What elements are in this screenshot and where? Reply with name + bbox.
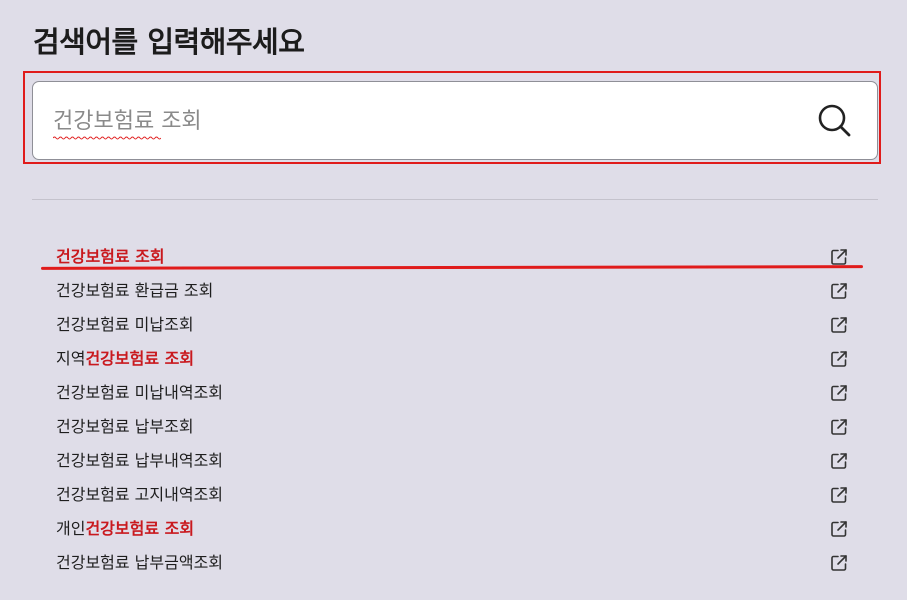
suggestion-item[interactable]: 지역건강보험료 조회	[56, 342, 848, 376]
suggestion-highlight: 건강보험료 조회	[85, 519, 195, 538]
suggestion-prefix: 건강보험료 미납내역조회	[56, 383, 224, 402]
divider	[32, 199, 878, 200]
external-link-icon[interactable]	[830, 316, 848, 334]
suggestion-prefix: 건강보험료 환급금 조회	[56, 281, 214, 300]
suggestion-highlight: 건강보험료 조회	[56, 247, 165, 266]
suggestion-prefix: 건강보험료 미납조회	[56, 315, 194, 334]
suggestion-prefix: 건강보험료 납부금액조회	[56, 553, 224, 572]
suggestion-item[interactable]: 건강보험료 고지내역조회	[56, 478, 848, 512]
suggestion-item[interactable]: 건강보험료 납부내역조회	[56, 444, 848, 478]
external-link-icon[interactable]	[830, 486, 848, 504]
search-input[interactable]	[53, 100, 773, 142]
suggestion-prefix: 건강보험료 고지내역조회	[56, 485, 224, 504]
suggestion-item[interactable]: 건강보험료 납부조회	[56, 410, 848, 444]
external-link-icon[interactable]	[830, 282, 848, 300]
external-link-icon[interactable]	[830, 418, 848, 436]
search-box[interactable]	[32, 81, 878, 160]
external-link-icon[interactable]	[830, 248, 848, 266]
search-button[interactable]	[815, 101, 855, 141]
suggestion-item[interactable]: 건강보험료 미납내역조회	[56, 376, 848, 410]
suggestion-prefix: 건강보험료 납부조회	[56, 417, 194, 436]
suggestion-prefix: 지역	[56, 349, 86, 368]
suggestion-item[interactable]: 건강보험료 미납조회	[56, 308, 848, 342]
suggestion-item[interactable]: 건강보험료 환급금 조회	[56, 274, 848, 308]
external-link-icon[interactable]	[830, 350, 848, 368]
suggestion-item[interactable]: 건강보험료 납부금액조회	[56, 546, 848, 580]
suggestion-prefix: 건강보험료 납부내역조회	[56, 451, 224, 470]
spellcheck-underline	[53, 136, 161, 140]
external-link-icon[interactable]	[830, 520, 848, 538]
suggestion-highlight: 건강보험료 조회	[85, 349, 195, 368]
search-icon	[818, 104, 851, 137]
external-link-icon[interactable]	[830, 384, 848, 402]
page-title: 검색어를 입력해주세요	[33, 25, 305, 59]
suggestion-item[interactable]: 개인건강보험료 조회	[56, 512, 848, 546]
external-link-icon[interactable]	[830, 554, 848, 572]
external-link-icon[interactable]	[830, 452, 848, 470]
suggestion-prefix: 개인	[56, 519, 86, 538]
suggestion-list: 건강보험료 조회 건강보험료 환급금 조회 건강보험료 미납조회 지역건강보험료…	[56, 240, 848, 580]
